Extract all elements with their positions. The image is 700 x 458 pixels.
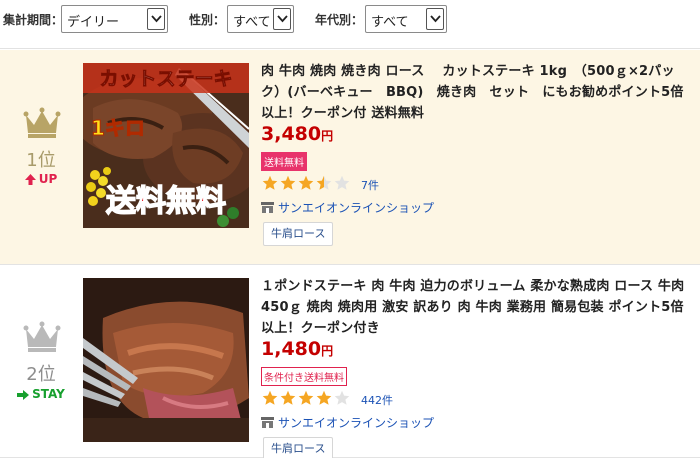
product-title-link[interactable]: １ポンドステーキ 肉 牛肉 迫力のボリューム 柔かな熟成肉 ロース 牛肉 450… bbox=[261, 276, 693, 339]
shop-name: サンエイオンラインショップ bbox=[278, 416, 435, 430]
image-caption-middle: 1キロ bbox=[91, 116, 145, 140]
period-select-value: デイリー bbox=[67, 15, 120, 30]
category-tag[interactable]: 牛肩ロース bbox=[263, 437, 334, 458]
price-unit: 円 bbox=[321, 129, 334, 143]
period-filter-label: 集計期間： bbox=[3, 13, 64, 27]
shop-link[interactable]: サンエイオンラインショップ bbox=[261, 414, 434, 431]
rank-number: 2位 bbox=[26, 364, 56, 385]
age-filter-label: 年代別： bbox=[315, 13, 364, 27]
conditional-free-shipping-badge: 条件付き送料無料 bbox=[261, 367, 347, 386]
shop-icon bbox=[261, 202, 274, 213]
chevron-down-icon bbox=[147, 8, 165, 30]
right-arrow-icon bbox=[17, 389, 30, 400]
star-icon bbox=[262, 390, 278, 405]
gender-filter-label: 性別： bbox=[189, 13, 226, 27]
star-rating bbox=[262, 390, 352, 406]
gender-select-value: すべて bbox=[233, 15, 271, 30]
up-arrow-icon bbox=[24, 174, 36, 185]
star-icon bbox=[280, 390, 296, 405]
free-shipping-badge: 送料無料 bbox=[261, 152, 307, 171]
star-rating bbox=[262, 175, 352, 191]
steak-product-photo bbox=[83, 278, 249, 442]
shop-link[interactable]: サンエイオンラインショップ bbox=[261, 199, 434, 216]
product-image[interactable] bbox=[83, 278, 249, 442]
steak-product-photo: カットステーキ 1キロ 送料無料 bbox=[83, 63, 249, 228]
price-value: 1,480 bbox=[261, 338, 322, 360]
ranking-item: 2位 STAY １ポンドステーキ 肉 牛肉 迫力のボリューム 柔かな熟成肉 ロー… bbox=[0, 265, 700, 458]
review-count-link[interactable]: 7件 bbox=[361, 177, 379, 193]
review-count-link[interactable]: 442件 bbox=[361, 392, 393, 408]
star-icon bbox=[334, 390, 350, 405]
product-price: 3,480円 bbox=[261, 123, 333, 145]
rank-movement-label: STAY bbox=[32, 387, 65, 401]
rank-movement: STAY bbox=[0, 387, 82, 401]
image-caption-bottom: 送料無料 bbox=[106, 184, 226, 219]
rank-number: 1位 bbox=[26, 150, 56, 171]
crown-icon bbox=[23, 321, 61, 352]
shop-icon bbox=[261, 417, 274, 428]
ranking-filter-bar: 集計期間： デイリー 性別： すべて 年代別： すべて bbox=[0, 0, 700, 49]
chevron-down-icon bbox=[426, 8, 444, 30]
star-icon bbox=[334, 175, 350, 190]
image-caption-top: カットステーキ bbox=[99, 68, 232, 90]
rank-movement-label: UP bbox=[38, 172, 58, 186]
star-icon bbox=[280, 175, 296, 190]
gender-select[interactable]: すべて bbox=[227, 5, 294, 33]
product-image[interactable]: カットステーキ 1キロ 送料無料 bbox=[83, 63, 249, 228]
category-tag[interactable]: 牛肩ロース bbox=[263, 222, 334, 246]
age-select[interactable]: すべて bbox=[365, 5, 447, 33]
star-icon bbox=[298, 175, 314, 190]
rank-movement: UP bbox=[0, 172, 82, 186]
chevron-down-icon bbox=[273, 8, 291, 30]
product-title-link[interactable]: 肉 牛肉 焼肉 焼き肉 ロース カットステーキ 1kg （500ｇ×2パック）(… bbox=[261, 61, 693, 124]
star-icon bbox=[316, 390, 332, 405]
product-price: 1,480円 bbox=[261, 338, 333, 360]
price-value: 3,480 bbox=[261, 123, 322, 145]
shop-name: サンエイオンラインショップ bbox=[278, 201, 435, 215]
ranking-item: 1位 UP カットステーキ 1キロ 送料無料 肉 牛肉 焼肉 焼き肉 ロース カ… bbox=[0, 50, 700, 265]
period-select[interactable]: デイリー bbox=[61, 5, 168, 33]
crown-icon bbox=[23, 107, 61, 138]
star-icon bbox=[298, 390, 314, 405]
star-icon bbox=[262, 175, 278, 190]
age-select-value: すべて bbox=[371, 15, 409, 30]
star-icon bbox=[316, 175, 332, 190]
price-unit: 円 bbox=[321, 344, 334, 358]
